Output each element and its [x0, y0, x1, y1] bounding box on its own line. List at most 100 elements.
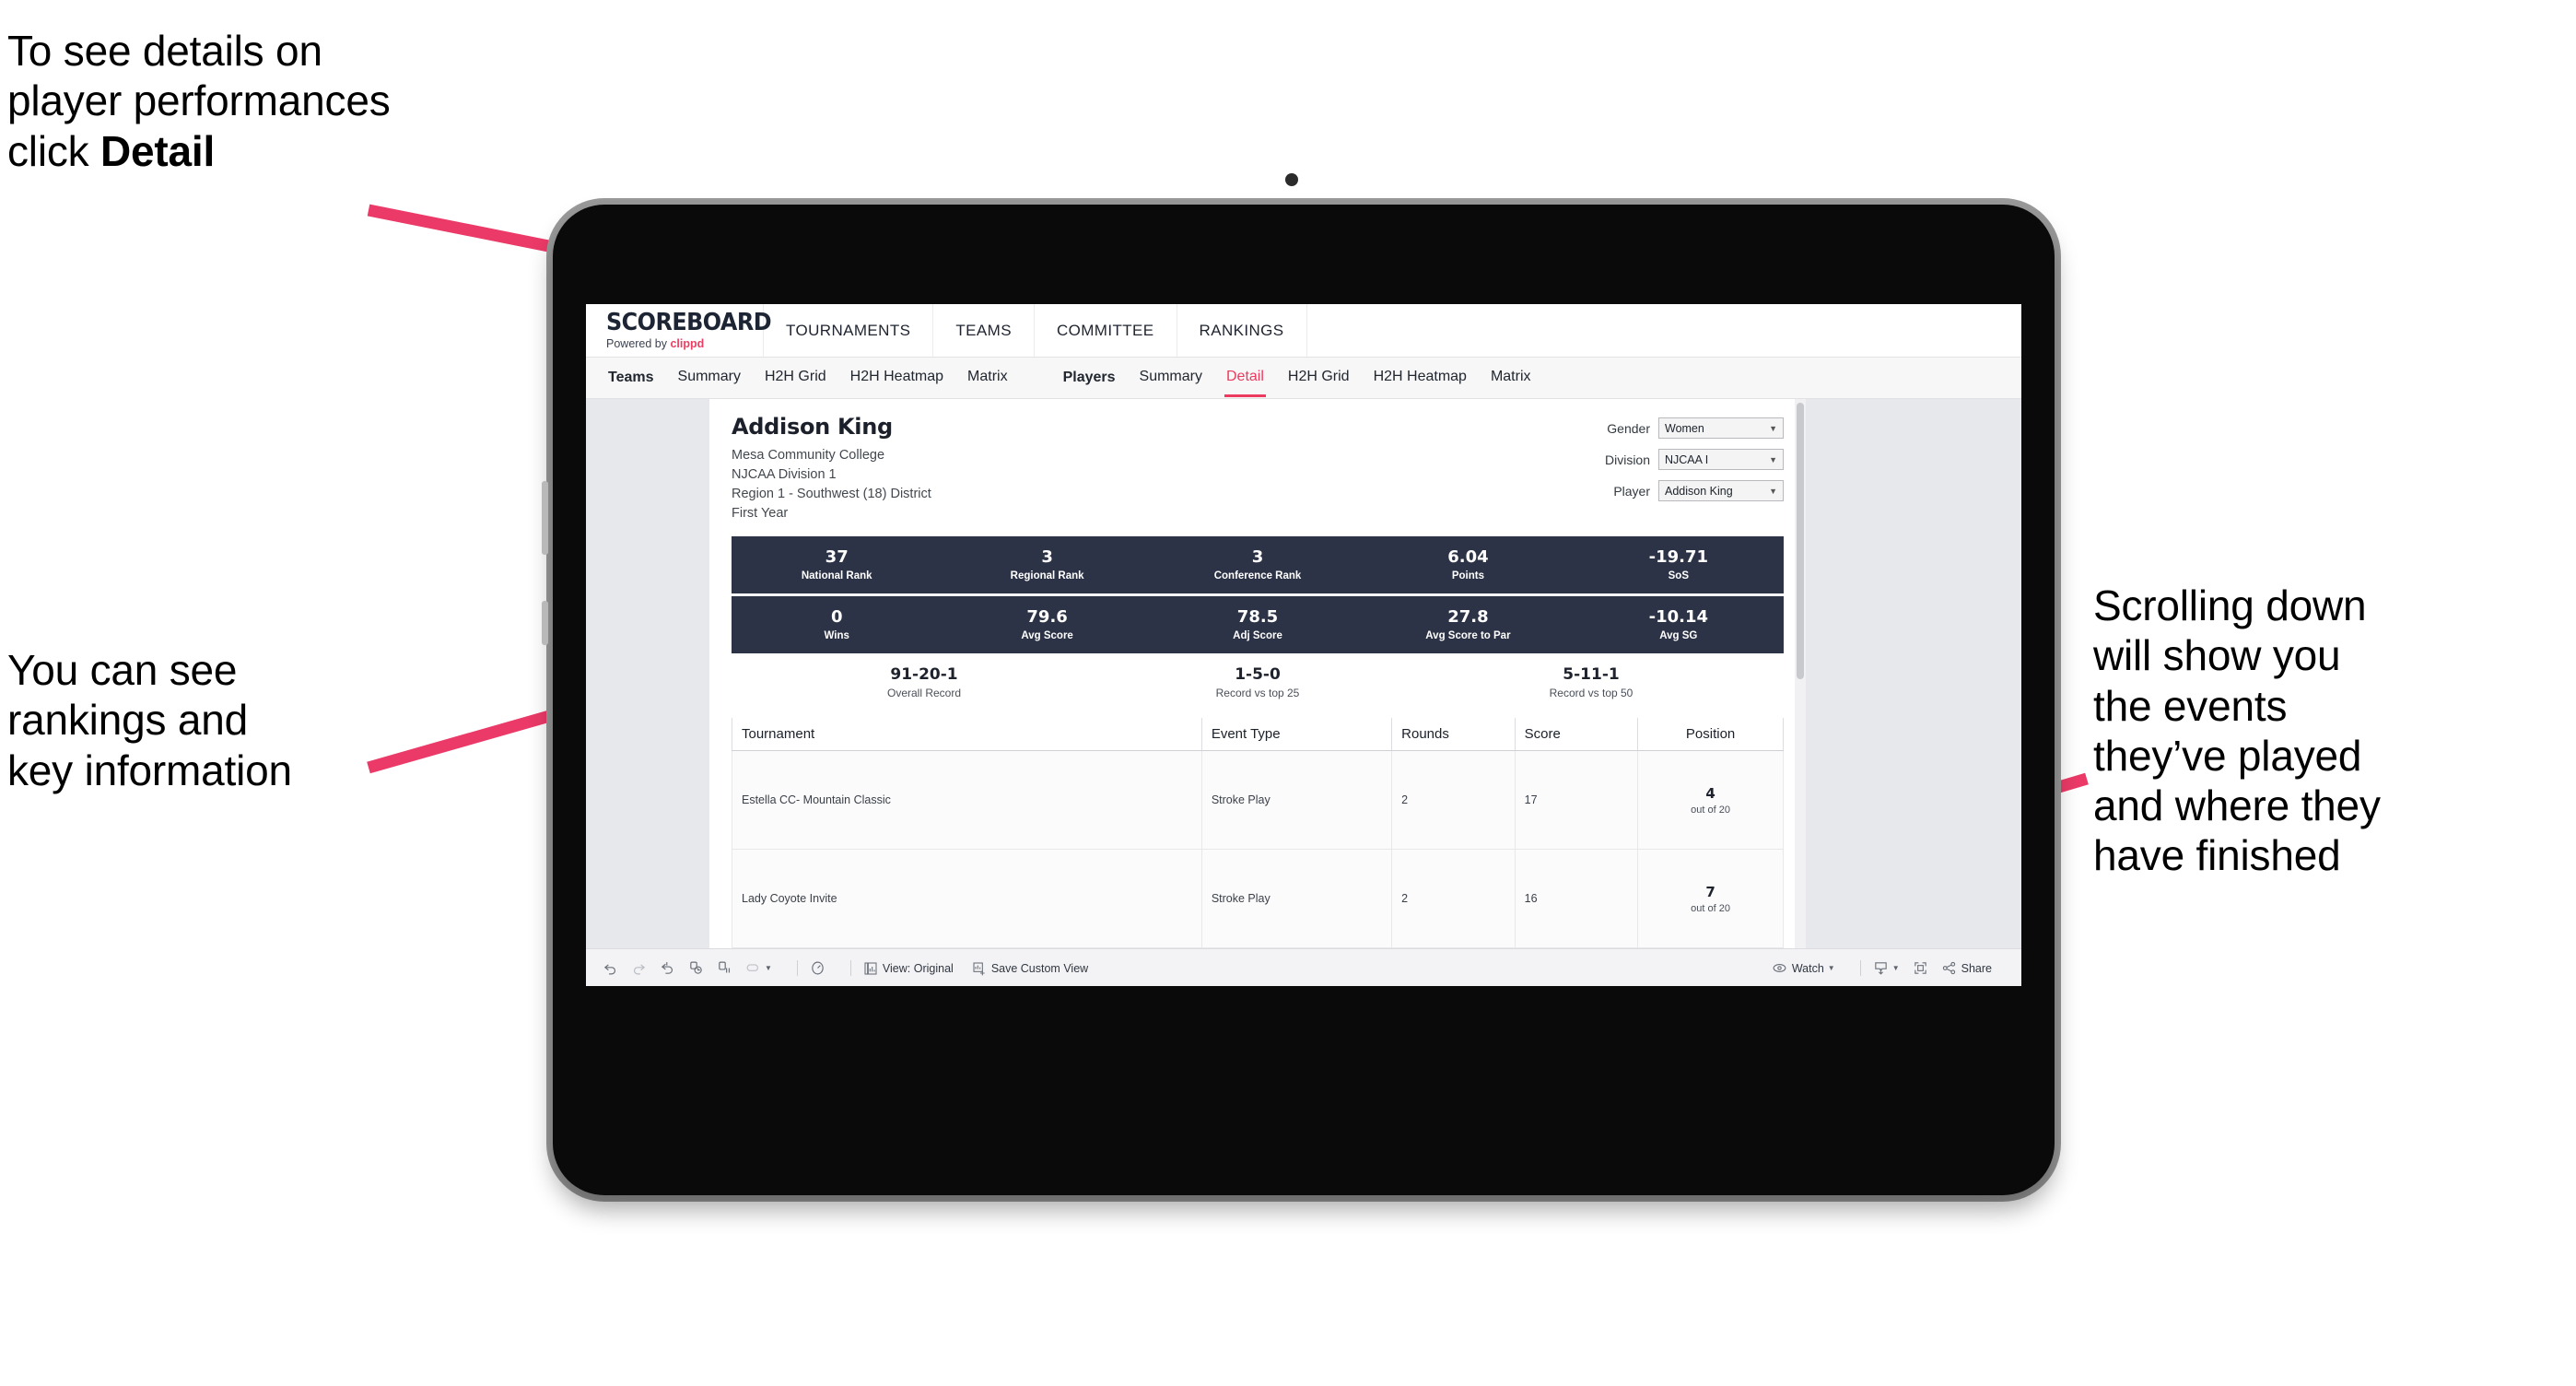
stat-value: 79.6 [1026, 607, 1068, 628]
sub-nav-teams-header: Teams [608, 370, 654, 385]
chevron-down-icon: ▼ [765, 964, 772, 972]
refresh-icon [688, 960, 704, 976]
cell-tournament: Estella CC- Mountain Classic [732, 750, 1202, 851]
toolbar-divider [796, 960, 798, 976]
tablet-screen: SCOREBOARD Powered by clippd TOURNAMENTS… [586, 304, 2021, 986]
fullscreen-icon [1913, 960, 1928, 976]
app-top-bar: SCOREBOARD Powered by clippd TOURNAMENTS… [586, 304, 2021, 358]
view-original-label: View: Original [882, 961, 954, 975]
download-icon [1873, 960, 1889, 976]
top-nav-item-tournaments[interactable]: TOURNAMENTS [763, 304, 932, 357]
sub-nav-teams-h2h-grid[interactable]: H2H Grid [765, 369, 826, 387]
filter-division-select[interactable]: NJCAA I ▼ [1658, 449, 1784, 470]
record-overall: 91-20-1 Overall Record [757, 665, 1091, 699]
record-vs-top-50: 5-11-1 Record vs top 50 [1424, 665, 1758, 699]
sub-nav-players-detail[interactable]: Detail [1224, 369, 1266, 397]
table-row[interactable]: Lady Coyote Invite Stroke Play 2 16 7 ou… [732, 849, 1784, 948]
share-button[interactable]: Share [1941, 960, 1992, 976]
brand-logo: SCOREBOARD Powered by clippd [586, 304, 772, 357]
filter-player-select[interactable]: Addison King ▼ [1658, 480, 1784, 501]
table-row[interactable]: Estella CC- Mountain Classic Stroke Play… [732, 750, 1784, 851]
filter-gender-value: Women [1665, 421, 1704, 435]
sub-nav-players-header: Players [1062, 370, 1116, 385]
redo-icon [631, 960, 647, 976]
filter-gender-label: Gender [1607, 420, 1650, 436]
stat-label: SoS [1668, 570, 1690, 581]
top-nav-item-rankings[interactable]: RANKINGS [1176, 304, 1307, 357]
refresh-button[interactable] [688, 960, 704, 976]
pause-auto-update-icon [745, 960, 761, 976]
col-header-tournament[interactable]: Tournament [732, 718, 1202, 752]
sub-nav-bar: Teams Summary H2H Grid H2H Heatmap Matri… [586, 358, 2021, 399]
cell-rounds: 2 [1391, 750, 1516, 851]
callout-scrolling: Scrolling down will show you the events … [2093, 581, 2381, 880]
stat-label: Conference Rank [1213, 570, 1302, 581]
stat-conference-rank: 3 Conference Rank [1153, 548, 1363, 581]
watch-button[interactable]: Watch ▼ [1772, 960, 1835, 976]
view-original-button[interactable]: View: Original [863, 961, 954, 976]
stat-avg-sg: -10.14 Avg SG [1574, 608, 1784, 641]
redo-button[interactable] [631, 960, 647, 976]
chevron-down-icon: ▼ [1769, 486, 1777, 496]
player-meta: Mesa Community College NJCAA Division 1 … [732, 446, 931, 523]
report-sheet: Addison King Mesa Community College NJCA… [709, 399, 1806, 948]
cell-score: 17 [1514, 750, 1639, 851]
sub-nav-players-h2h-heatmap[interactable]: H2H Heatmap [1374, 369, 1467, 387]
stat-label: Regional Rank [1010, 570, 1084, 581]
fullscreen-button[interactable] [1913, 960, 1928, 976]
top-nav-item-committee[interactable]: COMMITTEE [1033, 304, 1177, 357]
brand-subtitle: Powered by clippd [606, 337, 763, 350]
cell-tournament: Lady Coyote Invite [732, 849, 1202, 948]
revert-button[interactable] [660, 960, 675, 976]
sheet-scrollbar[interactable] [1795, 399, 1806, 948]
view-original-icon [863, 961, 878, 976]
events-table: Tournament Event Type Rounds Score Posit… [732, 718, 1784, 948]
powered-prefix: Powered by [606, 337, 671, 350]
sub-nav-teams-summary[interactable]: Summary [678, 369, 741, 387]
filter-gender-select[interactable]: Women ▼ [1658, 417, 1784, 439]
pause-timer-button[interactable] [810, 960, 825, 976]
pause-auto-update-button[interactable]: ▼ [745, 960, 772, 976]
chevron-down-icon: ▼ [1769, 423, 1777, 433]
record-value: 5-11-1 [1563, 665, 1620, 685]
clock-icon [810, 960, 825, 976]
sub-nav-players-summary[interactable]: Summary [1140, 369, 1202, 387]
player-meta-division: NJCAA Division 1 [732, 467, 837, 483]
pause-refresh-button[interactable] [717, 960, 732, 976]
download-button[interactable]: ▼ [1873, 960, 1900, 976]
chevron-down-icon: ▼ [1827, 964, 1835, 972]
stat-value: -19.71 [1648, 547, 1709, 568]
col-header-event-type[interactable]: Event Type [1200, 718, 1393, 752]
stat-value: 3 [1041, 547, 1053, 568]
stat-points: 6.04 Points [1363, 548, 1573, 581]
top-nav: TOURNAMENTS TEAMS COMMITTEE RANKINGS [763, 304, 1307, 357]
sheet-scrollbar-thumb[interactable] [1797, 403, 1804, 679]
share-label: Share [1961, 961, 1992, 975]
stats-bar-rankings: 37 National Rank 3 Regional Rank 3 Confe… [732, 536, 1784, 594]
records-row: 91-20-1 Overall Record 1-5-0 Record vs t… [732, 665, 1784, 699]
filter-player-row: Player Addison King ▼ [1605, 480, 1784, 501]
col-header-score[interactable]: Score [1514, 718, 1639, 752]
sub-nav-players-h2h-grid[interactable]: H2H Grid [1288, 369, 1350, 387]
undo-button[interactable] [603, 960, 618, 976]
sub-nav-teams-matrix[interactable]: Matrix [967, 369, 1008, 387]
filter-player-label: Player [1613, 483, 1650, 499]
filter-panel: Gender Women ▼ Division NJCAA I ▼ Player… [1605, 414, 1784, 523]
save-custom-view-button[interactable]: Save Custom View [972, 961, 1088, 976]
stat-national-rank: 37 National Rank [732, 548, 942, 581]
cell-rounds: 2 [1391, 849, 1516, 948]
stat-avg-score: 79.6 Avg Score [942, 608, 1152, 641]
sub-nav-teams-h2h-heatmap[interactable]: H2H Heatmap [850, 369, 943, 387]
sub-nav-teams-group: Teams Summary H2H Grid H2H Heatmap Matri… [608, 369, 1032, 387]
save-custom-view-label: Save Custom View [990, 961, 1089, 975]
col-header-position[interactable]: Position [1637, 718, 1784, 752]
tablet-device-frame: SCOREBOARD Powered by clippd TOURNAMENTS… [542, 173, 2055, 1195]
cell-event-type: Stroke Play [1200, 849, 1393, 948]
col-header-rounds[interactable]: Rounds [1391, 718, 1516, 752]
stats-bar-scoring: 0 Wins 79.6 Avg Score 78.5 Adj Score 27.… [732, 596, 1784, 654]
sub-nav-players-matrix[interactable]: Matrix [1491, 369, 1531, 387]
top-nav-item-teams[interactable]: TEAMS [932, 304, 1034, 357]
callout-detail-bold: Detail [100, 126, 216, 175]
callout-rankings: You can see rankings and key information [7, 646, 292, 794]
toolbar-divider [849, 960, 851, 976]
